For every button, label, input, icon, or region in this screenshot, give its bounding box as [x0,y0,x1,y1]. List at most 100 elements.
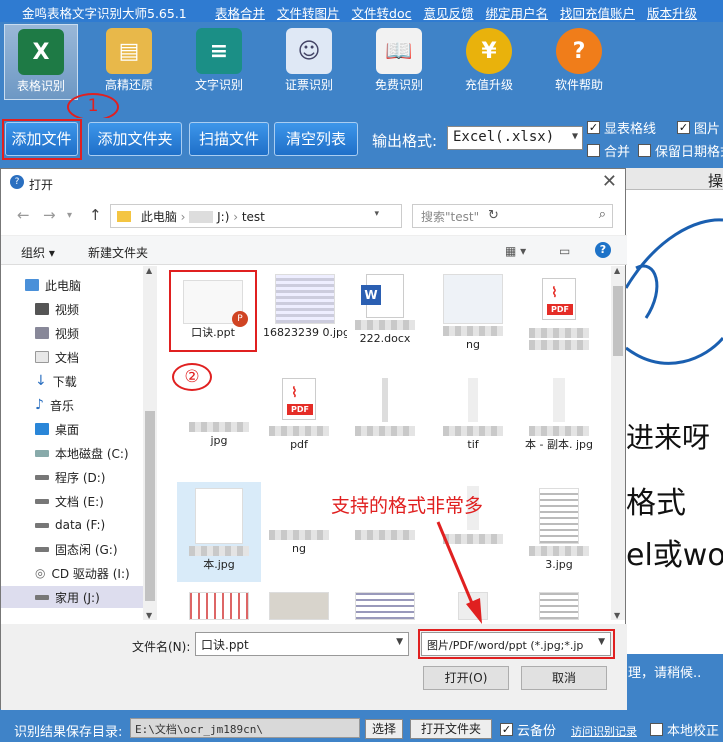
image-option-checkbox[interactable]: ✓ 图片 [677,118,720,137]
file-item-partial[interactable] [177,588,261,620]
tree-item-this-pc[interactable]: 此电脑 [25,274,143,296]
tool-hq-restore[interactable]: ▤ 高精还原 [92,24,166,100]
file-item-jpg[interactable]: 本.jpg [177,482,261,582]
file-item-ppt[interactable]: P 口诀.ppt [169,270,257,352]
scroll-up-icon[interactable]: ▲ [614,266,620,275]
link-version-upgrade[interactable]: 版本升级 [647,3,697,22]
tree-item-music[interactable]: ♪ 音乐 [35,394,143,416]
cloud-backup-checkbox[interactable]: ✓ 云备份 [500,720,556,739]
file-name: 本.jpg [203,558,235,571]
save-dir-field[interactable]: E:\文档\ocr_jm189cn\ [130,718,360,738]
tree-scrollbar[interactable]: ▲ ▼ [143,266,157,620]
checkbox-checked: ✓ [587,121,600,134]
file-item-partial[interactable] [517,588,601,620]
address-bar[interactable]: 此电脑 › J:) › test ▾ ↻ [110,204,499,228]
select-dir-button[interactable]: 选择 [365,719,403,739]
back-arrow-icon[interactable]: ← [17,206,30,224]
annotation-note: 支持的格式非常多 [331,495,484,517]
breadcrumb-pc[interactable]: 此电脑 [141,210,177,224]
link-recover-account[interactable]: 找回充值账户 [560,3,635,22]
tree-item-drive-c[interactable]: 本地磁盘 (C:) [35,442,143,464]
up-arrow-icon[interactable]: ↑ [89,206,102,224]
tree-item-label: 桌面 [55,422,80,437]
tool-id-recognition[interactable]: ☺ 证票识别 [272,24,346,100]
blurred-name [269,530,329,540]
open-button[interactable]: 打开(O) [423,666,509,690]
tree-item-downloads[interactable]: ↓ 下载 [35,370,143,392]
scroll-down-icon[interactable]: ▼ [614,611,620,620]
clear-list-button[interactable]: 清空列表 [274,122,358,156]
link-file-to-image[interactable]: 文件转图片 [277,3,340,22]
tree-item-drive-j[interactable]: 家用 (J:) [1,586,143,608]
access-log-link[interactable]: 访问识别记录 [571,723,637,739]
history-chevron-icon[interactable]: ▾ [67,210,72,221]
blurred-name [189,546,249,556]
scan-file-button[interactable]: 扫描文件 [189,122,269,156]
file-item-tif[interactable]: tif [431,374,515,474]
chevron-down-icon[interactable]: ▾ [374,209,379,219]
file-name: 口诀.ppt [191,326,235,339]
file-grid-scrollbar[interactable]: ▲ ▼ [611,266,625,620]
cd-drive-icon: ◎ [35,566,46,580]
tree-item-videos-2[interactable]: 视频 [35,322,143,344]
word-badge-icon: W [361,285,381,305]
help-icon[interactable]: ? [595,242,611,258]
scroll-thumb[interactable] [613,286,623,356]
tool-help[interactable]: ? 软件帮助 [542,24,616,100]
file-item-pdf[interactable]: ⌇ PDF pdf [257,374,341,474]
tree-item-drive-d[interactable]: 程序 (D:) [35,466,143,488]
tree-item-documents[interactable]: 文档 [35,346,143,368]
file-item-partial[interactable] [343,588,427,620]
view-options-icon[interactable]: ▦ ▾ [505,244,526,258]
link-table-merge[interactable]: 表格合并 [215,3,265,22]
open-folder-button[interactable]: 打开文件夹 [410,719,492,739]
link-file-to-doc[interactable]: 文件转doc [352,3,412,22]
file-item-blurred[interactable] [343,374,427,474]
merge-checkbox[interactable]: 合并 [587,141,630,160]
tool-text-recognition[interactable]: ≡ 文字识别 [182,24,256,100]
file-item-partial[interactable] [257,588,341,620]
tool-free-recognition[interactable]: 📖 免费识别 [362,24,436,100]
file-item-png[interactable]: ng [257,482,341,582]
tree-item-label: data (F:) [55,518,106,532]
filename-input[interactable]: 口诀.ppt ▼ [195,632,409,656]
drive-icon [35,522,49,528]
tool-table-recognition[interactable]: X 表格识别 [4,24,78,100]
local-correction-checkbox[interactable]: 本地校正 [650,720,719,739]
tree-item-cd-drive[interactable]: ◎ CD 驱动器 (I:) [35,562,143,584]
chevron-down-icon[interactable]: ▼ [396,637,403,647]
file-item-jpg[interactable]: 16823239 0.jpg [263,268,347,368]
forward-arrow-icon[interactable]: → [43,206,56,224]
file-item-jpg[interactable]: 3.jpg [517,482,601,582]
tree-item-drive-f[interactable]: data (F:) [35,514,143,536]
file-item-jpg-copy[interactable]: 本 - 副本. jpg [517,374,601,474]
cancel-button[interactable]: 取消 [521,666,607,690]
organize-menu[interactable]: 组织 ▾ [21,244,55,261]
add-folder-button[interactable]: 添加文件夹 [88,122,182,156]
scroll-down-icon[interactable]: ▼ [146,611,152,620]
scroll-up-icon[interactable]: ▲ [146,266,152,275]
show-gridlines-checkbox[interactable]: ✓ 显表格线 [587,118,656,137]
keep-date-format-checkbox[interactable]: 保留日期格式 [638,141,723,160]
file-item-png[interactable]: ng [431,268,515,368]
breadcrumb-folder[interactable]: test [242,210,265,224]
new-folder-button[interactable]: 新建文件夹 [88,244,148,261]
close-icon[interactable]: ✕ [602,171,617,192]
file-name: 本 - 副本. jpg [525,438,593,451]
file-item-docx[interactable]: W 222.docx [343,268,427,368]
preview-pane-icon[interactable]: ▭ [559,244,570,258]
tree-item-desktop[interactable]: 桌面 [35,418,143,440]
tool-recharge[interactable]: ¥ 充值升级 [452,24,526,100]
tree-item-drive-g[interactable]: 固态闲 (G:) [35,538,143,560]
tree-item-videos[interactable]: 视频 [35,298,143,320]
breadcrumb-separator: › [180,210,190,224]
tree-item-drive-e[interactable]: 文档 (E:) [35,490,143,512]
scroll-thumb[interactable] [145,411,155,601]
link-feedback[interactable]: 意见反馈 [424,3,474,22]
search-input[interactable]: 搜索"test" ⌕ [412,204,613,228]
excel-icon: X [18,29,64,75]
link-bind-username[interactable]: 绑定用户名 [486,3,549,22]
output-format-select[interactable]: Excel(.xlsx) ▼ [447,126,583,150]
breadcrumb-drive[interactable]: J:) [217,210,229,224]
file-item-pdf[interactable]: ⌇ PDF [517,268,601,368]
